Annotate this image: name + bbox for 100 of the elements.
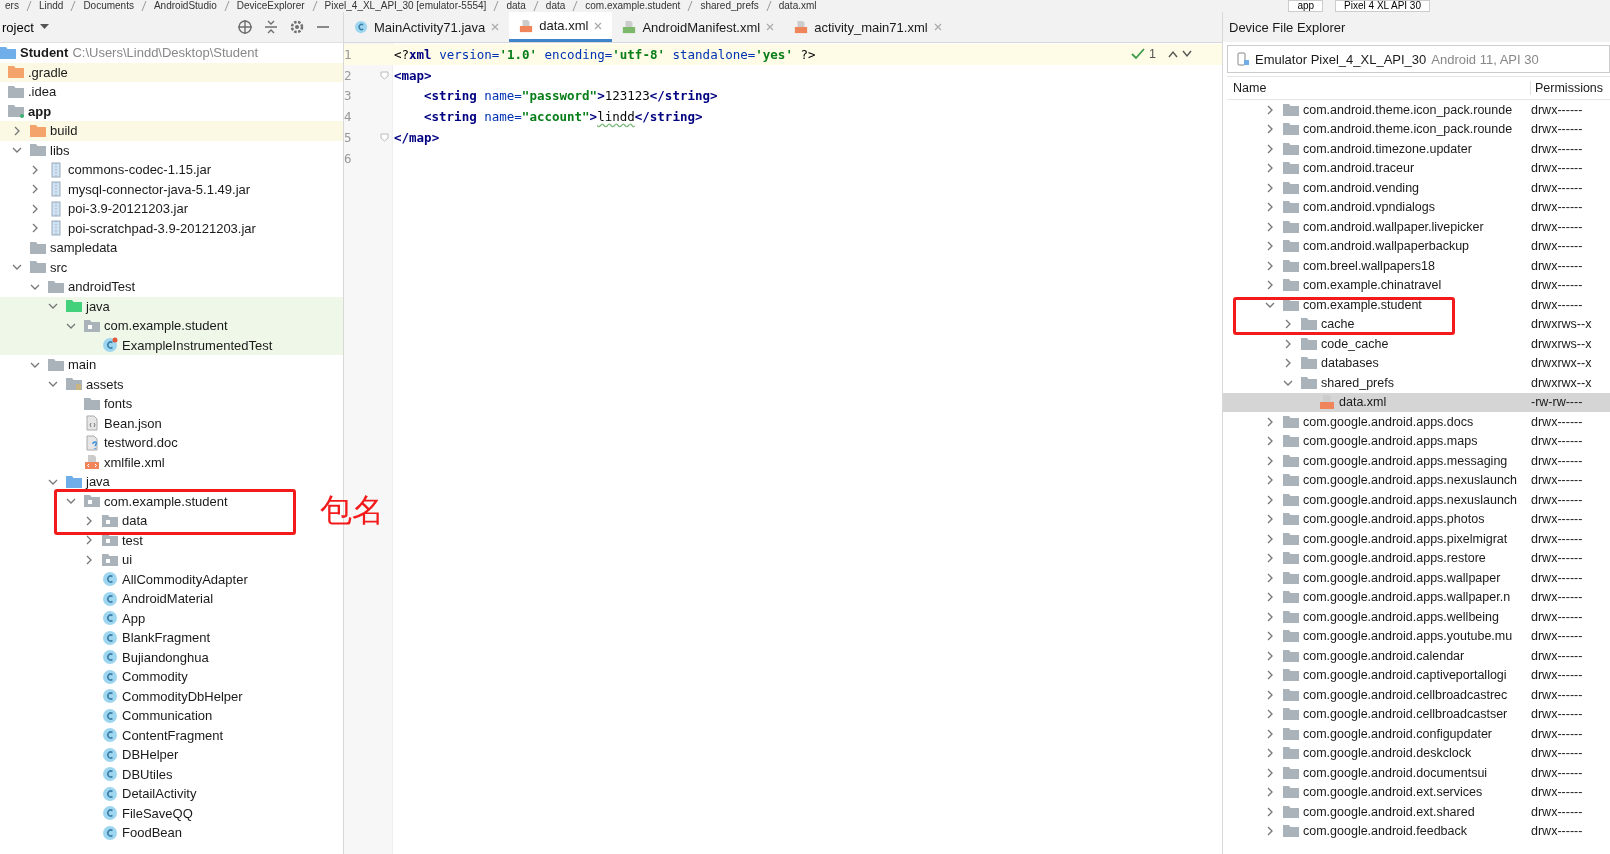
file-name[interactable]: com.android.wallpaperbackup <box>1303 239 1470 254</box>
chevron-icon[interactable] <box>1265 650 1275 661</box>
file-name[interactable]: com.google.android.apps.messaging <box>1303 453 1508 468</box>
editor-tab[interactable]: activity_main71.xml <box>784 12 952 42</box>
chevron-icon[interactable] <box>84 554 94 565</box>
tree-item[interactable]: androidTest <box>68 279 136 295</box>
tree-item[interactable]: AllCommodityAdapter <box>122 571 248 587</box>
tree-item[interactable]: Commodity <box>122 669 188 685</box>
chevron-icon[interactable] <box>1265 514 1275 525</box>
settings-icon[interactable] <box>289 19 305 35</box>
file-name[interactable]: com.google.android.apps.nexuslaunch <box>1303 492 1518 507</box>
chevron-icon[interactable] <box>1265 611 1275 622</box>
tree-item[interactable]: src <box>50 259 68 275</box>
chevron-icon[interactable] <box>84 515 94 526</box>
file-name[interactable]: com.android.timezone.updater <box>1303 141 1472 156</box>
file-name[interactable]: com.google.android.apps.wallpaper.n <box>1303 590 1511 605</box>
breadcrumb-item[interactable]: AndroidStudio <box>150 0 220 12</box>
chevron-icon[interactable] <box>1265 455 1275 466</box>
file-name[interactable]: com.google.android.ext.services <box>1303 785 1483 800</box>
device-dropdown[interactable]: Pixel 4 XL API 30 <box>1335 0 1430 12</box>
chevron-icon[interactable] <box>1265 670 1275 681</box>
tree-item[interactable]: mysql-connector-java-5.1.49.jar <box>68 181 251 197</box>
chevron-icon[interactable] <box>1265 143 1275 154</box>
chevron-icon[interactable] <box>1283 358 1293 369</box>
chevron-icon[interactable] <box>1265 826 1275 837</box>
chevron-icon[interactable] <box>1283 319 1293 330</box>
module-dropdown[interactable]: app <box>1288 0 1324 12</box>
close-icon[interactable] <box>594 21 603 30</box>
file-name[interactable]: com.example.chinatravel <box>1303 278 1442 293</box>
file-name[interactable]: code_cache <box>1321 336 1389 351</box>
file-name[interactable]: com.google.android.apps.docs <box>1303 414 1474 429</box>
chevron-icon[interactable] <box>1265 728 1275 739</box>
tree-item[interactable]: java <box>86 474 110 490</box>
chevron-icon[interactable] <box>1265 592 1275 603</box>
chevron-icon[interactable] <box>1265 494 1275 505</box>
tree-item[interactable]: Communication <box>122 708 213 724</box>
chevron-icon[interactable] <box>1265 124 1275 135</box>
breadcrumb-item[interactable]: Pixel_4_XL_API_30 [emulator-5554] <box>321 0 490 12</box>
chevron-icon[interactable] <box>1265 553 1275 564</box>
tree-item[interactable]: data <box>122 513 148 529</box>
tree-item[interactable]: testword.doc <box>104 435 178 451</box>
tree-item[interactable]: poi-scratchpad-3.9-20121203.jar <box>68 220 256 236</box>
tree-item[interactable]: ui <box>122 552 133 568</box>
file-name[interactable]: com.breel.wallpapers18 <box>1303 258 1435 273</box>
chevron-icon[interactable] <box>1265 436 1275 447</box>
chevron-icon[interactable] <box>84 535 94 546</box>
chevron-icon[interactable] <box>1265 260 1275 271</box>
file-name[interactable]: com.google.android.captiveportallogi <box>1303 668 1507 683</box>
chevron-icon[interactable] <box>1265 221 1275 232</box>
file-name[interactable]: com.google.android.deskclock <box>1303 746 1472 761</box>
tree-item[interactable]: .idea <box>28 84 57 100</box>
chevron-icon[interactable] <box>1265 806 1275 817</box>
chevron-icon[interactable] <box>12 125 22 136</box>
file-name[interactable]: com.google.android.apps.wallpaper <box>1303 570 1501 585</box>
tree-item[interactable]: java <box>86 298 110 314</box>
project-name[interactable]: Student <box>20 45 69 61</box>
chevron-icon[interactable] <box>1265 709 1275 720</box>
chevron-icon[interactable] <box>1265 202 1275 213</box>
file-name[interactable]: cache <box>1321 317 1355 332</box>
file-name[interactable]: shared_prefs <box>1321 375 1394 390</box>
tree-item[interactable]: .gradle <box>28 64 68 80</box>
tree-item[interactable]: app <box>28 103 52 119</box>
breadcrumb-item[interactable]: DeviceExplorer <box>233 0 308 12</box>
file-name[interactable]: com.android.vpndialogs <box>1303 200 1436 215</box>
column-header[interactable]: Permissions <box>1531 81 1604 95</box>
tree-item[interactable]: poi-3.9-20121203.jar <box>68 201 188 217</box>
tree-item[interactable]: com.example.student <box>104 493 228 509</box>
file-name[interactable]: com.android.theme.icon_pack.rounde <box>1303 102 1513 117</box>
check-icon[interactable] <box>1131 48 1146 61</box>
file-name[interactable]: com.example.student <box>1303 297 1422 312</box>
tree-item[interactable]: DBHelper <box>122 747 179 763</box>
breadcrumb-item[interactable]: com.example.student <box>582 0 684 12</box>
breadcrumb-item[interactable]: data <box>503 0 529 12</box>
chevron-icon[interactable] <box>1265 787 1275 798</box>
tree-item[interactable]: DetailActivity <box>122 786 197 802</box>
target-icon[interactable] <box>237 19 253 35</box>
tree-item[interactable]: AndroidMaterial <box>122 591 214 607</box>
tree-item[interactable]: Bean.json <box>104 415 162 431</box>
tree-item[interactable]: DBUtiles <box>122 766 173 782</box>
breadcrumb-item[interactable]: shared_prefs <box>697 0 762 12</box>
chevron-icon[interactable] <box>1265 572 1275 583</box>
file-name[interactable]: com.google.android.feedback <box>1303 824 1467 839</box>
tree-item[interactable]: main <box>68 357 97 373</box>
chevron-icon[interactable] <box>30 164 40 175</box>
tree-item[interactable]: ContentFragment <box>122 727 224 743</box>
chevron-icon[interactable] <box>1265 241 1275 252</box>
tree-item[interactable]: CommodityDbHelper <box>122 688 243 704</box>
collapse-icon[interactable] <box>263 19 279 35</box>
tree-item[interactable]: commons-codec-1.15.jar <box>68 162 212 178</box>
file-name[interactable]: com.android.vending <box>1303 180 1420 195</box>
chevron-icon[interactable] <box>1265 748 1275 759</box>
file-name[interactable]: com.google.android.cellbroadcastrec <box>1303 687 1508 702</box>
tree-item[interactable]: fonts <box>104 396 133 412</box>
tree-item[interactable]: FoodBean <box>122 825 182 841</box>
file-name[interactable]: com.google.android.apps.photos <box>1303 512 1485 527</box>
chevron-icon[interactable] <box>30 223 40 234</box>
file-name[interactable]: com.google.android.configupdater <box>1303 726 1493 741</box>
chevron-icon[interactable] <box>1265 689 1275 700</box>
file-name[interactable]: com.google.android.calendar <box>1303 648 1465 663</box>
breadcrumb-item[interactable]: data <box>542 0 569 12</box>
